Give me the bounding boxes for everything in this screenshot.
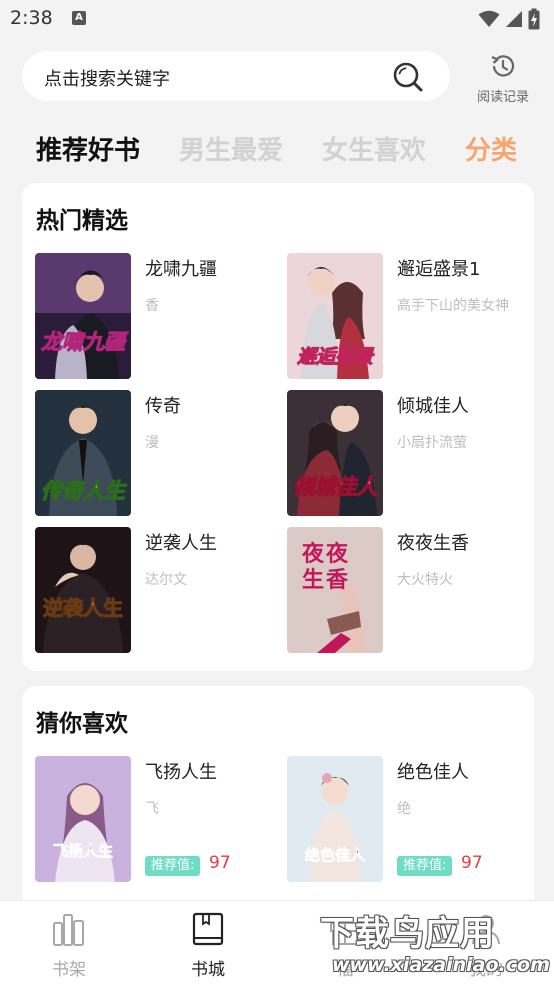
book-cover: 夜夜生香 bbox=[287, 527, 383, 653]
cover-title-text: 逆袭人生 bbox=[43, 596, 123, 620]
tab-categories[interactable]: 分类 bbox=[465, 130, 517, 167]
a-badge-icon: A bbox=[72, 11, 86, 25]
book-cover: 绝色佳人 bbox=[287, 756, 383, 882]
recommend-score: 97 bbox=[461, 853, 483, 873]
watermark-url: www.xiazainiao.com bbox=[332, 954, 550, 976]
signal-icon bbox=[506, 11, 522, 27]
book-author: 达尔文 bbox=[145, 572, 187, 588]
category-tabs: 推荐好书 男生最爱 女生喜欢 分类 bbox=[0, 130, 554, 170]
book-author: 小扇扑流萤 bbox=[397, 435, 467, 451]
book-card[interactable]: 绝色佳人 绝色佳人 绝 推荐值: 97 bbox=[287, 756, 527, 882]
book-cover: 传奇人生 bbox=[35, 390, 131, 516]
nav-label: 书城 bbox=[191, 960, 225, 980]
history-button[interactable]: 阅读记录 bbox=[468, 52, 538, 105]
tab-male-favorites[interactable]: 男生最爱 bbox=[179, 130, 283, 167]
tab-recommended[interactable]: 推荐好书 bbox=[36, 130, 140, 167]
book-card[interactable]: 倾城佳人 倾城佳人 小扇扑流萤 bbox=[287, 390, 527, 516]
book-title: 传奇 bbox=[145, 396, 181, 417]
recommend-badge: 推荐值: bbox=[397, 856, 453, 876]
book-author: 香 bbox=[145, 298, 159, 314]
recommend-score: 97 bbox=[209, 853, 231, 873]
book-card[interactable]: 龙啸九疆 龙啸九疆 香 bbox=[35, 253, 275, 379]
book-title: 逆袭人生 bbox=[145, 533, 217, 554]
status-bar: 2:38 A bbox=[0, 0, 554, 38]
search-input[interactable]: 点击搜索关键字 bbox=[22, 51, 450, 101]
history-label: 阅读记录 bbox=[476, 90, 529, 105]
cover-title-text: 飞扬人生 bbox=[53, 842, 113, 860]
status-time: 2:38 bbox=[10, 7, 53, 29]
book-card[interactable]: 传奇人生 传奇 漫 bbox=[35, 390, 275, 516]
hot-picks-section: 热门精选 龙啸九疆 龙啸九疆 香 邂逅盛景 邂逅盛景1 高手下山的美女神 传奇人… bbox=[22, 183, 534, 671]
battery-charging-icon bbox=[528, 8, 540, 30]
book-title: 倾城佳人 bbox=[397, 396, 469, 417]
wifi-icon bbox=[478, 10, 500, 27]
bookshelf-icon bbox=[53, 914, 84, 946]
search-placeholder: 点击搜索关键字 bbox=[44, 69, 170, 90]
tab-female-favorites[interactable]: 女生喜欢 bbox=[322, 130, 426, 167]
section-title: 热门精选 bbox=[36, 208, 128, 234]
book-cover: 邂逅盛景 bbox=[287, 253, 383, 379]
book-cover: 倾城佳人 bbox=[287, 390, 383, 516]
book-cover: 龙啸九疆 bbox=[35, 253, 131, 379]
status-icons bbox=[478, 8, 540, 30]
book-card[interactable]: 逆袭人生 逆袭人生 达尔文 bbox=[35, 527, 275, 653]
cover-title-text: 邂逅盛景 bbox=[297, 346, 375, 368]
book-cover: 飞扬人生 bbox=[35, 756, 131, 882]
book-title: 邂逅盛景1 bbox=[397, 259, 481, 280]
recommend-badge: 推荐值: bbox=[145, 856, 201, 876]
book-author: 漫 bbox=[145, 435, 159, 451]
cover-title-text: 传奇人生 bbox=[41, 479, 127, 503]
book-author: 大火特火 bbox=[397, 572, 453, 588]
cover-title-text: 倾城佳人 bbox=[293, 475, 377, 499]
nav-bookstore[interactable]: 书城 bbox=[168, 911, 248, 980]
search-icon[interactable] bbox=[392, 61, 424, 93]
book-title: 绝色佳人 bbox=[397, 762, 469, 783]
book-card[interactable]: 邂逅盛景 邂逅盛景1 高手下山的美女神 bbox=[287, 253, 527, 379]
history-icon bbox=[491, 55, 515, 77]
nav-label: 书架 bbox=[52, 960, 86, 980]
book-cover: 逆袭人生 bbox=[35, 527, 131, 653]
watermark: 下载鸟应用 www.xiazainiao.com bbox=[318, 906, 550, 980]
nav-bookshelf[interactable]: 书架 bbox=[29, 911, 109, 980]
book-title: 龙啸九疆 bbox=[145, 259, 217, 280]
cover-title-text: 龙啸九疆 bbox=[41, 330, 129, 354]
book-title: 夜夜生香 bbox=[397, 533, 469, 554]
book-title: 飞扬人生 bbox=[145, 762, 217, 783]
book-author: 飞 bbox=[145, 801, 159, 817]
bookstore-icon bbox=[192, 912, 224, 946]
cover-title-text: 绝色佳人 bbox=[305, 846, 366, 864]
book-card[interactable]: 夜夜生香 夜夜生香 大火特火 bbox=[287, 527, 527, 653]
section-title: 猜你喜欢 bbox=[36, 711, 128, 737]
book-author: 高手下山的美女神 bbox=[397, 298, 509, 314]
watermark-main: 下载鸟应用 bbox=[320, 914, 495, 954]
book-author: 绝 bbox=[397, 801, 411, 817]
book-card[interactable]: 飞扬人生 飞扬人生 飞 推荐值: 97 bbox=[35, 756, 275, 882]
